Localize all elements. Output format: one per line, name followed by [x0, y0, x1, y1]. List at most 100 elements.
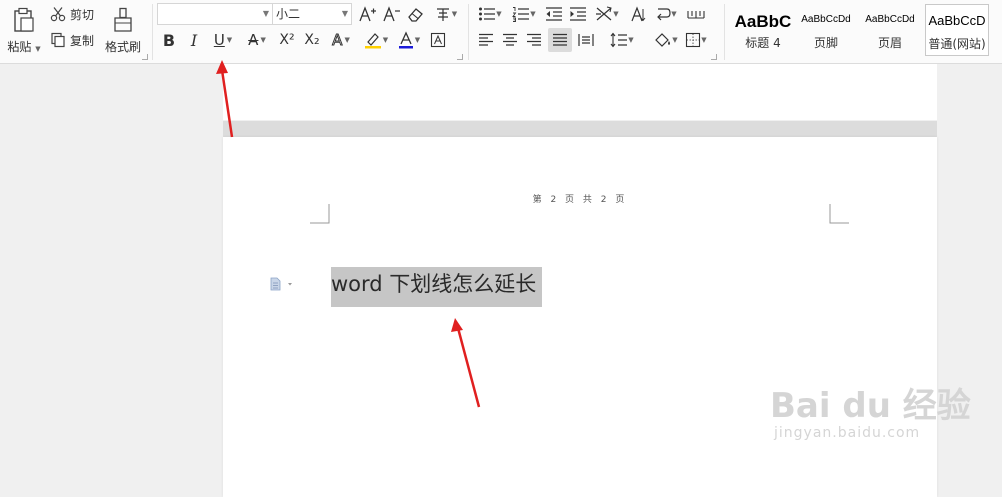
bold-icon: B: [162, 30, 176, 50]
line-spacing-button[interactable]: ▼: [608, 30, 636, 50]
paragraph-handle[interactable]: [269, 276, 295, 295]
subscript-button[interactable]: X₂: [301, 30, 323, 50]
chevron-down-icon: ▼: [628, 36, 634, 44]
align-right-icon: [527, 33, 541, 46]
format-painter-label: 格式刷: [104, 40, 141, 54]
character-border-icon: [430, 32, 446, 48]
chevron-down-icon: ▼: [260, 36, 266, 44]
shading-button[interactable]: ▼: [652, 30, 680, 50]
increase-indent-icon: [570, 7, 586, 21]
align-center-button[interactable]: [500, 30, 520, 50]
group-separator: [152, 4, 153, 60]
shrink-font-button[interactable]: [382, 4, 402, 24]
font-group-launcher[interactable]: [457, 54, 463, 60]
italic-button[interactable]: I: [184, 30, 204, 50]
text-direction-button[interactable]: [628, 4, 648, 24]
increase-indent-button[interactable]: [568, 4, 588, 24]
distributed-align-icon: [578, 34, 594, 46]
chinese-layout-button[interactable]: ▼: [593, 4, 621, 24]
highlight-button[interactable]: ▼: [361, 30, 391, 50]
font-size-value: 小二: [276, 7, 301, 21]
align-left-icon: [479, 33, 493, 46]
superscript-button[interactable]: X²: [276, 30, 298, 50]
copy-label: 复制: [70, 33, 95, 48]
chevron-down-icon: ▼: [496, 10, 502, 18]
distributed-button[interactable]: [576, 30, 596, 50]
group-separator: [468, 4, 469, 60]
style-header[interactable]: AaBbCcDd 页眉: [858, 4, 922, 56]
style-sample: AaBbCcDd: [801, 14, 851, 25]
document-icon: [270, 277, 292, 291]
underline-button[interactable]: U ▼: [209, 30, 237, 50]
selected-heading-text[interactable]: word 下划线怎么延长: [331, 267, 543, 307]
styles-gallery: AaBbC 标题 4 AaBbCcDd 页脚 AaBbCcDd 页眉 AaBbC…: [726, 0, 1002, 64]
style-name: 页眉: [877, 36, 902, 50]
style-heading-4[interactable]: AaBbC 标题 4: [728, 4, 798, 56]
style-name: 页脚: [813, 36, 838, 50]
paste-icon: [14, 7, 34, 32]
bold-button[interactable]: B: [159, 30, 179, 50]
return-icon: [657, 8, 671, 21]
chevron-down-icon: ▼: [341, 9, 348, 18]
character-border-button[interactable]: [428, 30, 448, 50]
baidu-jingyan-watermark: Bai du 经验 jingyan.baidu.com: [770, 378, 971, 441]
align-left-button[interactable]: [476, 30, 496, 50]
superscript-icon: X²: [279, 32, 295, 48]
paste-button[interactable]: 粘贴 ▼: [4, 2, 44, 60]
scissors-icon: [50, 7, 66, 22]
style-sample: AaBbCcDd: [865, 14, 915, 25]
borders-icon: [686, 32, 701, 48]
format-painter-icon: [114, 7, 132, 32]
copy-button[interactable]: 复制: [50, 30, 94, 50]
clipboard-group-launcher[interactable]: [142, 54, 148, 60]
font-size-combo[interactable]: 小二 ▼: [272, 3, 352, 25]
font-color-button[interactable]: ▼: [395, 30, 423, 50]
line-break-button[interactable]: ▼: [652, 4, 680, 24]
chevron-down-icon: ▼: [226, 36, 233, 44]
text-effect-button[interactable]: A ▼: [327, 30, 355, 50]
style-normal-web[interactable]: AaBbCcD 普通(网站): [925, 4, 989, 56]
justify-icon: [553, 33, 567, 46]
justify-button[interactable]: [548, 28, 572, 52]
decrease-indent-icon: [546, 7, 562, 21]
style-sample: AaBbCcD: [928, 13, 986, 28]
format-painter-button[interactable]: 格式刷: [103, 2, 143, 60]
style-footer[interactable]: AaBbCcDd 页脚: [794, 4, 858, 56]
align-center-icon: [503, 33, 517, 46]
chevron-down-icon: ▼: [35, 45, 41, 53]
text-direction-icon: [631, 6, 646, 22]
chevron-down-icon: ▼: [382, 36, 389, 44]
crop-mark-right: [829, 204, 849, 224]
watermark-logo: Bai du 经验: [770, 386, 971, 426]
eraser-icon: [408, 8, 423, 22]
numbering-button[interactable]: ▼: [510, 4, 538, 24]
highlighter-icon: [364, 33, 381, 49]
decrease-indent-button[interactable]: [544, 4, 564, 24]
strikethrough-icon: A: [248, 31, 259, 49]
chevron-down-icon: ▼: [671, 10, 677, 18]
font-family-combo[interactable]: ▼: [157, 3, 273, 25]
text-effect-icon: A: [332, 31, 343, 50]
style-name: 普通(网站): [928, 37, 986, 51]
ruler-button[interactable]: [684, 4, 708, 24]
paste-label: 粘贴: [7, 40, 32, 54]
crop-mark-left: [310, 204, 330, 224]
font-group: ▼ 小二 ▼ ▼ B I U ▼ A ▼ X² X₂ A ▼ ▼ ▼: [155, 0, 465, 64]
phonetic-guide-icon: [436, 8, 449, 21]
strikethrough-button[interactable]: A ▼: [243, 30, 271, 50]
document-page: 第 2 页 共 2 页 word 下划线怎么延长: [223, 137, 937, 497]
paragraph-group-launcher[interactable]: [711, 54, 717, 60]
clear-format-button[interactable]: [406, 4, 426, 24]
align-right-button[interactable]: [524, 30, 544, 50]
chevron-down-icon: ▼: [262, 9, 269, 18]
page-gap: [223, 121, 937, 137]
chevron-down-icon: ▼: [613, 10, 619, 18]
borders-button[interactable]: ▼: [682, 30, 710, 50]
cut-button[interactable]: 剪切: [50, 4, 94, 24]
chevron-down-icon: ▼: [530, 10, 536, 18]
bullets-button[interactable]: ▼: [476, 4, 504, 24]
grow-font-button[interactable]: [358, 4, 378, 24]
cut-label: 剪切: [70, 7, 95, 22]
phonetic-guide-button[interactable]: ▼: [431, 4, 461, 24]
underline-icon: U: [213, 31, 225, 49]
